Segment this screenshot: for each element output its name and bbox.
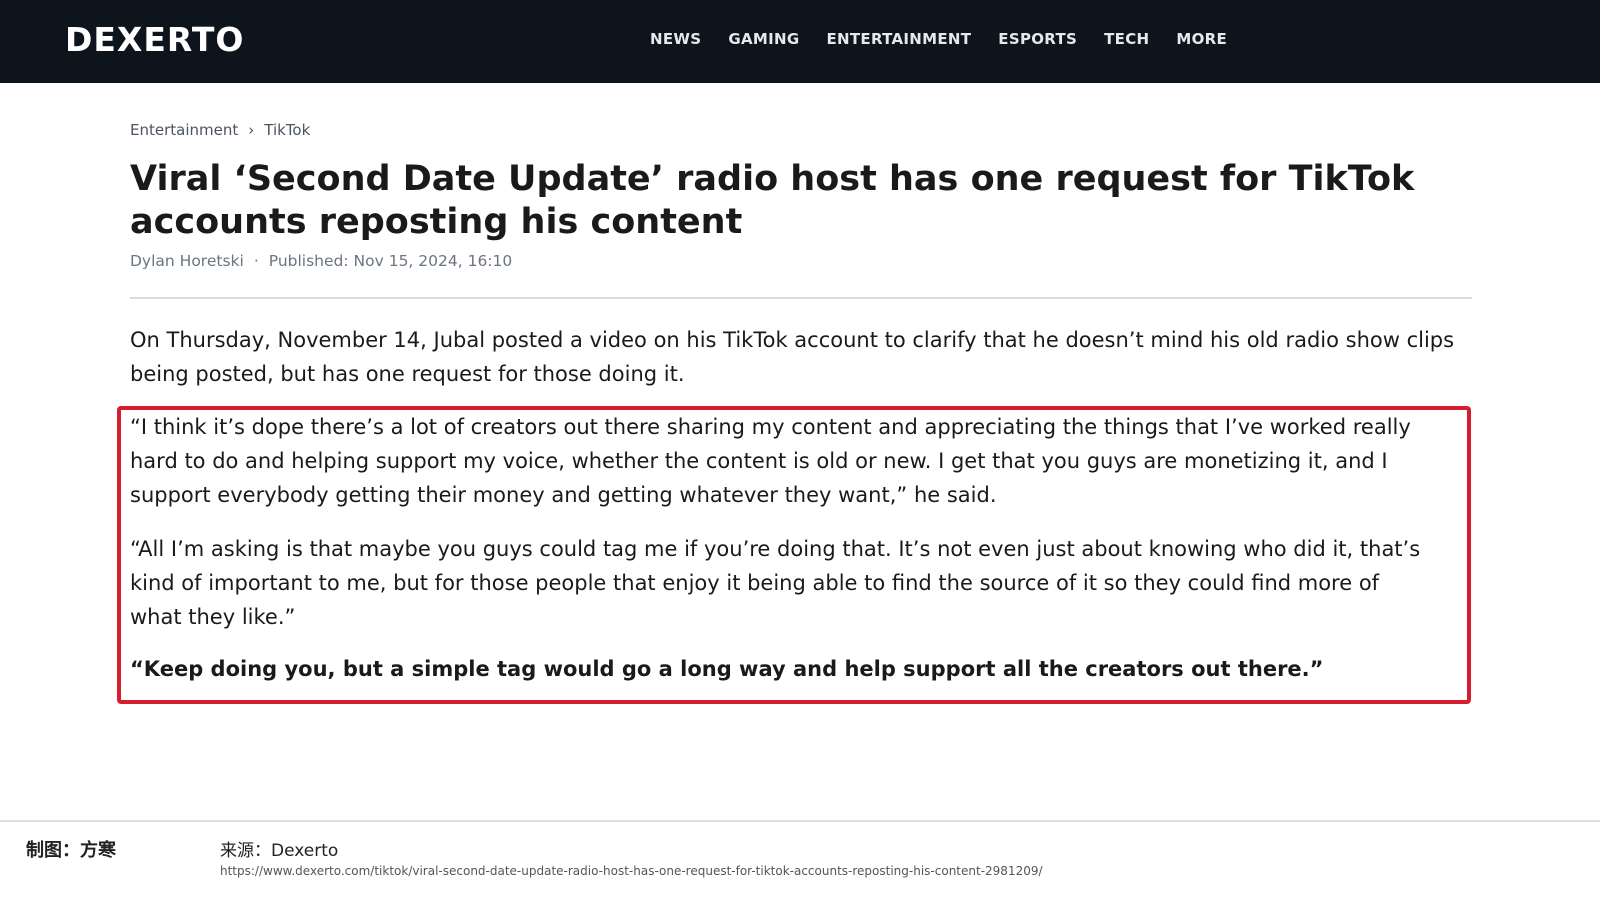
meta-separator: ·	[253, 252, 259, 270]
breadcrumb-tiktok[interactable]: TikTok	[264, 121, 310, 139]
source-label: 来源：Dexerto	[220, 841, 339, 861]
quote-paragraph: “All I’m asking is that maybe you guys c…	[130, 537, 1421, 629]
nav-esports[interactable]: ESPORTS	[998, 30, 1077, 48]
published-date: Published: Nov 15, 2024, 16:10	[268, 252, 513, 270]
source-url[interactable]: https://www.dexerto.com/tiktok/viral-sec…	[220, 864, 1043, 878]
footer-divider	[0, 820, 1600, 822]
main-nav: NEWS GAMING ENTERTAINMENT ESPORTS TECH M…	[650, 30, 1254, 48]
site-header: DEXERTO NEWS GAMING ENTERTAINMENT ESPORT…	[0, 0, 1600, 83]
divider	[130, 297, 1472, 299]
article-title: Viral ‘Second Date Update’ radio host ha…	[130, 159, 1415, 242]
breadcrumb: Entertainment › TikTok	[130, 121, 1472, 139]
article-meta: Dylan Horetski · Published: Nov 15, 2024…	[130, 252, 1472, 270]
site-logo[interactable]: DEXERTO	[65, 20, 244, 59]
chart-credit: 制图：方寒	[26, 840, 116, 861]
lead-paragraph: On Thursday, November 14, Jubal posted a…	[130, 328, 1455, 386]
article-content: Entertainment › TikTok Viral ‘Second Dat…	[130, 83, 1472, 391]
breadcrumb-entertainment[interactable]: Entertainment	[130, 121, 238, 139]
nav-tech[interactable]: TECH	[1104, 30, 1149, 48]
quote-block: “I think it’s dope there’s a lot of crea…	[130, 410, 1430, 706]
nav-entertainment[interactable]: ENTERTAINMENT	[826, 30, 971, 48]
nav-gaming[interactable]: GAMING	[728, 30, 799, 48]
author-name[interactable]: Dylan Horetski	[130, 252, 244, 270]
highlight-quote: “Keep doing you, but a simple tag would …	[130, 657, 1324, 681]
breadcrumb-separator: ›	[248, 121, 255, 139]
nav-news[interactable]: NEWS	[650, 30, 701, 48]
quote-paragraph: “I think it’s dope there’s a lot of crea…	[130, 415, 1411, 507]
nav-more[interactable]: MORE	[1176, 30, 1227, 48]
